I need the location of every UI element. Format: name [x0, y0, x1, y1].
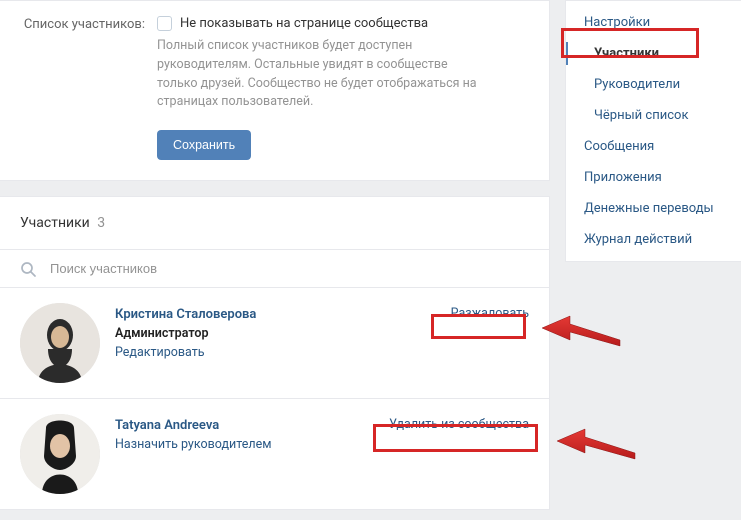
members-title: Участники [20, 215, 90, 231]
member-role: Администратор [115, 326, 529, 341]
hide-members-description: Полный список участников будет доступен … [157, 37, 477, 112]
sidebar-item-log[interactable]: Журнал действий [566, 224, 741, 255]
settings-sidebar: Настройки Участники Руководители Чёрный … [565, 0, 741, 262]
avatar[interactable] [20, 414, 100, 494]
sidebar-item-managers[interactable]: Руководители [566, 69, 741, 100]
members-panel: Участники 3 Кристина Сталоверова Админис… [0, 196, 550, 510]
sidebar-item-blacklist[interactable]: Чёрный список [566, 100, 741, 131]
search-input[interactable] [48, 260, 529, 277]
sidebar-item-settings[interactable]: Настройки [566, 7, 741, 38]
settings-panel: Список участников: Не показывать на стра… [0, 0, 550, 181]
sidebar-item-transfers[interactable]: Денежные переводы [566, 193, 741, 224]
member-row: Кристина Сталоверова Администратор Редак… [0, 287, 549, 398]
search-icon [20, 261, 36, 277]
member-row: Tatyana Andreeva Назначить руководителем… [0, 398, 549, 509]
annotation-arrow-icon [540, 310, 625, 350]
sidebar-item-apps[interactable]: Приложения [566, 162, 741, 193]
sidebar-item-members[interactable]: Участники [566, 38, 741, 69]
members-list-label: Список участников: [20, 16, 157, 160]
demote-link[interactable]: Разжаловать [451, 306, 529, 321]
members-count: 3 [97, 215, 105, 231]
avatar[interactable] [20, 303, 100, 383]
hide-members-checkbox[interactable] [157, 16, 172, 31]
save-button[interactable]: Сохранить [157, 130, 251, 160]
remove-link[interactable]: Удалить из сообщества [389, 417, 529, 432]
members-header: Участники 3 [0, 197, 549, 249]
members-search[interactable] [0, 249, 549, 287]
sidebar-item-messages[interactable]: Сообщения [566, 131, 741, 162]
annotation-arrow-icon [555, 423, 640, 463]
edit-link[interactable]: Редактировать [115, 345, 529, 360]
assign-admin-link[interactable]: Назначить руководителем [115, 437, 529, 452]
hide-members-checkbox-label: Не показывать на странице сообщества [180, 16, 428, 31]
